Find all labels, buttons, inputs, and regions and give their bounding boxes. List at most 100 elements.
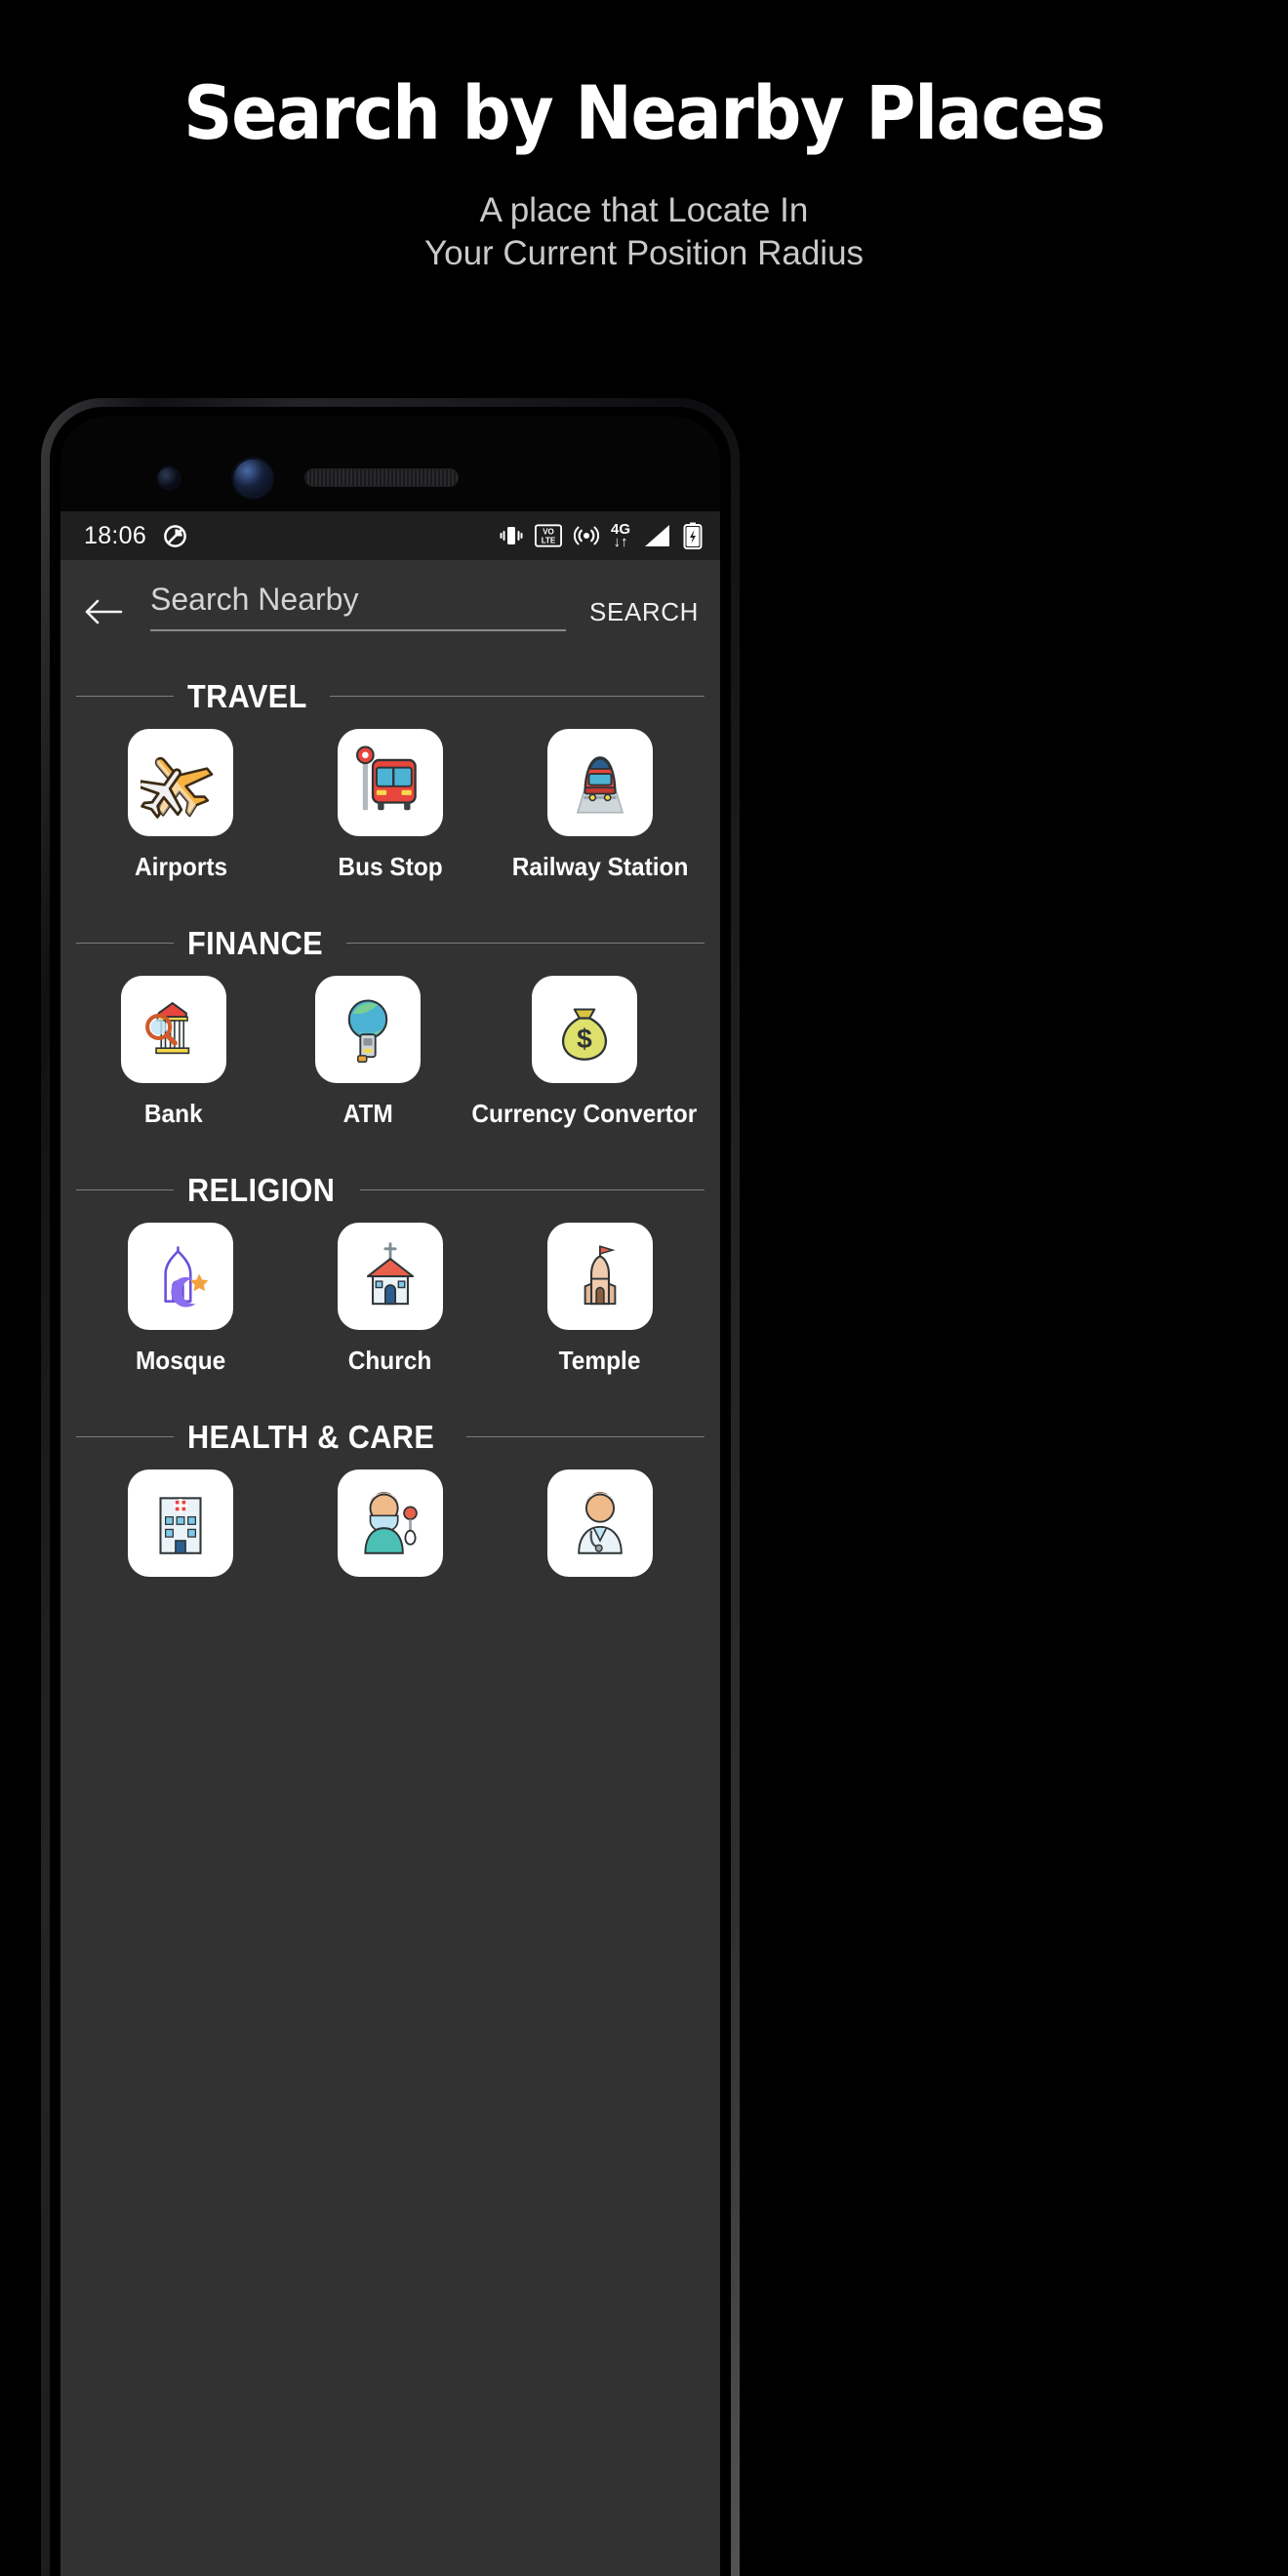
vibrate-icon [500,527,523,544]
airplane-icon [141,756,214,819]
tile-label: Bus Stop [338,851,443,881]
hospital-icon [159,1496,202,1554]
tile-card [337,728,443,836]
tile-card: $ [532,975,638,1083]
data-arrows: ↓↑ [613,534,628,550]
tile-card [546,1469,653,1577]
church-icon [366,1241,415,1305]
section-title: RELIGION [187,1171,336,1208]
search-input-underline [150,629,567,631]
tile-card [128,728,234,836]
section-rule-left [76,1188,174,1191]
category-grid-health-and-care [76,1469,704,1592]
train-icon [576,755,624,814]
tile-label: Mosque [136,1345,226,1375]
category-tile-airports[interactable]: Airports [76,728,286,882]
tile-label: Currency Convertor [471,1098,698,1128]
hotspot-icon [573,526,599,545]
search-button[interactable]: SEARCH [580,597,704,627]
category-tile-bus-stop[interactable]: Bus Stop [286,728,496,882]
volte-icon: VO LTE [534,524,562,547]
status-bar-right: VO LTE 4G ↓↑ [500,522,703,549]
search-input[interactable]: Search Nearby [141,582,570,643]
section-rule-left [76,695,174,698]
dollar-glyph: $ [577,1023,592,1054]
category-grid-religion: Mosque Church Temple [76,1222,704,1376]
back-button[interactable] [76,584,131,639]
category-tile-currency-convertor[interactable]: $ Currency Convertor [464,975,704,1129]
promo-subtitle-line1: A place that Locate In [479,191,809,229]
promo-header: Search by Nearby Places A place that Loc… [0,0,1288,275]
phone-screen: 18:06 VO LTE 4G ↓↑ Search Nearby SEARCH … [60,511,720,2576]
volte-bottom-text: LTE [542,536,556,544]
category-tile-hospital[interactable] [76,1469,286,1592]
category-grid-finance: Bank ATM $ Currency Convertor [76,975,704,1129]
tile-card [128,1222,234,1330]
category-tile-mosque[interactable]: Mosque [76,1222,286,1376]
tile-card [120,975,226,1083]
mosque-icon [164,1245,209,1308]
section-header-health-and-care: HEALTH & CARE [76,1419,704,1456]
earpiece-speaker [304,468,459,487]
dnd-icon [164,524,186,547]
category-tile-atm[interactable]: ATM [270,975,464,1129]
section-rule-left [76,942,174,945]
section-title: FINANCE [187,924,324,961]
promo-subtitle-line2: Your Current Position Radius [423,233,865,272]
dentist-icon [364,1491,418,1554]
4g-icon: 4G ↓↑ [611,522,630,550]
page-title: Search by Nearby Places [183,69,1106,156]
promo-screenshot: Search by Nearby Places A place that Loc… [0,0,1288,2576]
section-header-religion: RELIGION [76,1172,704,1209]
tile-card [128,1469,234,1577]
section-header-travel: TRAVEL [76,678,704,715]
search-input-placeholder: Search Nearby [150,582,359,617]
tile-label: Airports [134,851,227,881]
tile-label: Church [348,1345,432,1375]
tile-card [546,728,653,836]
promo-subtitle: A place that Locate In Your Current Posi… [0,189,1288,275]
tile-label: Bank [143,1098,203,1128]
atm-icon [347,999,388,1063]
section-header-finance: FINANCE [76,925,704,962]
phone-mockup: 18:06 VO LTE 4G ↓↑ Search Nearby SEARCH … [41,398,740,2576]
section-rule-right [359,1188,704,1191]
bus-icon [356,745,417,810]
temple-icon [584,1244,616,1305]
section-rule-right [329,695,704,698]
doctor-icon [577,1491,623,1554]
section-rule-left [76,1435,174,1438]
phone-sensor-row [60,456,720,501]
phone-bezel: 18:06 VO LTE 4G ↓↑ Search Nearby SEARCH … [60,417,720,2576]
tile-card [314,975,421,1083]
category-tile-bank[interactable]: Bank [76,975,270,1129]
section-rule-right [466,1435,704,1438]
phone-inner-frame: 18:06 VO LTE 4G ↓↑ Search Nearby SEARCH … [50,407,731,2576]
status-bar-clock: 18:06 [84,521,147,549]
tile-card [337,1469,443,1577]
category-tile-doctor[interactable] [495,1469,704,1592]
status-bar-left: 18:06 [84,522,188,550]
tile-label: ATM [342,1098,393,1128]
category-tile-dentist[interactable] [286,1469,496,1592]
signal-icon [645,525,669,546]
app-bar: Search Nearby SEARCH [60,560,720,661]
volte-top-text: VO [543,528,554,537]
category-tile-temple[interactable]: Temple [495,1222,704,1376]
back-arrow-icon [85,599,123,624]
proximity-sensor-icon [158,467,180,489]
money-bag-icon: $ [562,1007,608,1061]
section-rule-right [346,942,704,945]
tile-card [337,1222,443,1330]
battery-icon [683,522,703,549]
tile-label: Temple [558,1345,641,1375]
category-tile-church[interactable]: Church [286,1222,496,1376]
section-title: HEALTH & CARE [187,1418,435,1455]
category-tile-railway-station[interactable]: Railway Station [495,728,704,882]
category-list: TRAVEL Airports Bus Stop Railway Station… [60,678,720,1592]
status-bar: 18:06 VO LTE 4G ↓↑ [60,511,720,560]
front-camera-icon [234,460,271,497]
